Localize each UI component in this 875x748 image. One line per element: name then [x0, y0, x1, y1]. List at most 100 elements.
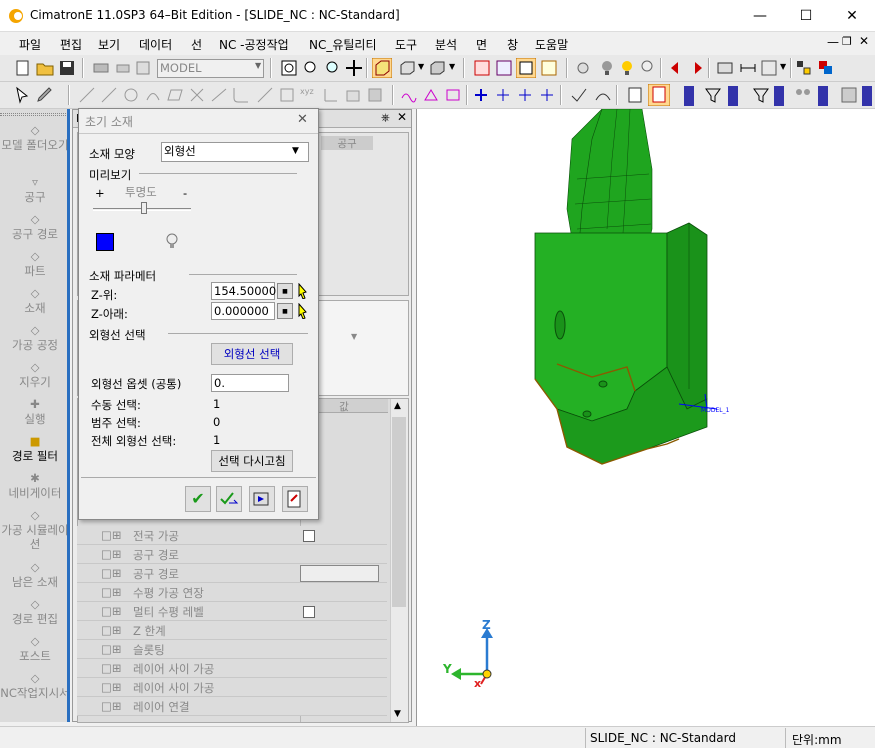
- sidebar-item-path-filter[interactable]: ■ 경로 필터: [0, 434, 70, 463]
- pencil-icon[interactable]: [36, 86, 54, 104]
- eraser-icon[interactable]: [114, 59, 132, 77]
- filter-red-icon[interactable]: [473, 59, 491, 77]
- sidebar-item-stock[interactable]: ◇ 소재: [0, 286, 70, 315]
- save-icon[interactable]: [58, 59, 76, 77]
- scroll-thumb[interactable]: [392, 417, 406, 607]
- menu-analysis[interactable]: 분석: [435, 36, 457, 53]
- menu-nc-utility[interactable]: NC_유틸리티: [309, 36, 377, 53]
- tree-icon[interactable]: [795, 59, 813, 77]
- table-row[interactable]: □⊞ 공구 경로: [77, 545, 387, 564]
- reselect-button[interactable]: 선택 다시고침: [211, 450, 293, 472]
- table-row[interactable]: □⊞ 레이어 사이 가공: [77, 678, 387, 697]
- arrow-right-icon[interactable]: [688, 59, 706, 77]
- bulb-select-icon[interactable]: [638, 59, 656, 77]
- axis-move-icon[interactable]: [494, 86, 512, 104]
- filter-purple-icon[interactable]: [495, 59, 513, 77]
- box-select-icon[interactable]: [278, 86, 296, 104]
- table-row[interactable]: □⊞ 레이어 연결: [77, 697, 387, 716]
- dropdown-arrow-icon[interactable]: ▼: [780, 62, 786, 71]
- xyz-icon[interactable]: xyz: [300, 87, 314, 96]
- open-folder-icon[interactable]: [36, 59, 54, 77]
- contour-select-button[interactable]: 외형선 선택: [211, 343, 293, 365]
- print-icon[interactable]: [92, 59, 110, 77]
- surface-sweep-icon[interactable]: [422, 86, 440, 104]
- dialog-close-icon[interactable]: ✕: [297, 112, 308, 127]
- sidebar-item-model-import[interactable]: ◇ 모델 폴더오기: [0, 123, 70, 152]
- shaded-cube-icon[interactable]: [372, 58, 392, 78]
- calc-icon[interactable]: ■: [277, 303, 293, 319]
- bulb-icon[interactable]: [598, 59, 616, 77]
- dropdown-arrow-icon[interactable]: ▼: [449, 62, 455, 71]
- cancel-button[interactable]: [282, 486, 308, 512]
- sidebar-item-path-edit[interactable]: ◇ 경로 편집: [0, 597, 70, 626]
- checkbox[interactable]: [303, 530, 315, 542]
- mdi-close-icon[interactable]: ✕: [859, 34, 869, 48]
- maximize-button[interactable]: ☐: [783, 0, 829, 32]
- table-row[interactable]: □⊞ 공구 경로: [77, 564, 387, 583]
- zoom-dynamic-icon[interactable]: [324, 59, 342, 77]
- select-pointer-icon[interactable]: [14, 86, 32, 104]
- sidebar-item-tool[interactable]: ▿ 공구: [0, 175, 70, 204]
- fillet-icon[interactable]: [232, 86, 250, 104]
- minimize-button[interactable]: —: [737, 0, 783, 32]
- scroll-up-icon[interactable]: ▲: [394, 401, 401, 411]
- toolbar-chevron-4[interactable]: [818, 86, 828, 106]
- pin-icon[interactable]: ⎈: [381, 111, 390, 125]
- line-icon[interactable]: [78, 86, 96, 104]
- axis-align-icon[interactable]: [538, 86, 556, 104]
- layer-icon[interactable]: [366, 86, 384, 104]
- dimension-icon[interactable]: [739, 59, 757, 77]
- assembly-icon[interactable]: [817, 59, 835, 77]
- sidebar-item-part[interactable]: ◇ 파트: [0, 249, 70, 278]
- filter-yellow-icon[interactable]: [540, 59, 558, 77]
- axis-rotate-icon[interactable]: [516, 86, 534, 104]
- zoom-window-icon[interactable]: [280, 59, 298, 77]
- pick-arrow-icon[interactable]: [297, 303, 309, 319]
- chevron-down-icon[interactable]: ▼: [351, 332, 357, 341]
- table-row[interactable]: □⊞ 레이어 사이 가공: [77, 659, 387, 678]
- document-icon[interactable]: [626, 86, 644, 104]
- curve-sketch-icon[interactable]: [594, 86, 612, 104]
- menu-help[interactable]: 도움말: [535, 36, 568, 53]
- sidebar-item-simulation[interactable]: ◇ 가공 시뮬레이션: [0, 508, 70, 551]
- menu-data[interactable]: 데이터: [139, 36, 172, 53]
- line-angle-icon[interactable]: [100, 86, 118, 104]
- zoom-icon[interactable]: [302, 59, 320, 77]
- preview-button[interactable]: [249, 486, 275, 512]
- filter-funnel-icon[interactable]: [704, 86, 722, 104]
- lightbulb-icon[interactable]: [165, 233, 179, 251]
- active-doc-icon[interactable]: [648, 84, 670, 106]
- sidebar-item-toolpath[interactable]: ◇ 공구 경로: [0, 212, 70, 241]
- chevron-down-icon[interactable]: ▼: [292, 146, 299, 156]
- surface-wave-icon[interactable]: [400, 86, 418, 104]
- value-button[interactable]: [300, 565, 379, 582]
- close-button[interactable]: ✕: [829, 0, 875, 32]
- z-top-input[interactable]: 154.500000: [211, 282, 284, 300]
- trim-icon[interactable]: [256, 86, 274, 104]
- table-row[interactable]: □⊞ 슬롯팅: [77, 640, 387, 659]
- transparency-slider-thumb[interactable]: [141, 202, 147, 214]
- pick-arrow-icon[interactable]: [297, 283, 309, 299]
- apply-button[interactable]: [216, 486, 242, 512]
- menu-nc-process[interactable]: NC -공정작업: [219, 36, 289, 53]
- surface-loft-icon[interactable]: [444, 86, 462, 104]
- wireframe-cube-icon[interactable]: [398, 59, 416, 77]
- check-sketch-icon[interactable]: [570, 86, 588, 104]
- coord-icon[interactable]: [322, 86, 340, 104]
- sidebar-item-post[interactable]: ◇ 포스트: [0, 634, 70, 663]
- cross-icon[interactable]: [188, 86, 206, 104]
- ok-check-button[interactable]: ✔: [185, 486, 211, 512]
- table-row[interactable]: □⊞ Z 한계: [77, 621, 387, 640]
- dropdown-arrow-icon[interactable]: ▼: [418, 62, 424, 71]
- render-icon[interactable]: [840, 86, 858, 104]
- sidebar-item-delete[interactable]: ◇ 지우기: [0, 360, 70, 389]
- highlight-tool-icon[interactable]: [516, 58, 536, 78]
- pan-icon[interactable]: [345, 59, 363, 77]
- stock-shape-select[interactable]: 외형선: [161, 142, 309, 162]
- chevron-down-icon[interactable]: ▼: [255, 61, 261, 70]
- measure-icon[interactable]: [716, 59, 734, 77]
- arrow-left-icon[interactable]: [667, 59, 685, 77]
- circle-icon[interactable]: [122, 86, 140, 104]
- sidebar-item-nc-report[interactable]: ◇ NC작업지시서: [0, 671, 70, 700]
- sidebar-item-remaining-stock[interactable]: ◇ 남은 소재: [0, 560, 70, 589]
